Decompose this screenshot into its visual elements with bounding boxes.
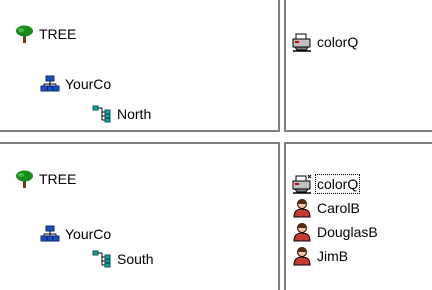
tree-node-organizational-unit[interactable]: North xyxy=(92,104,151,124)
list-item[interactable]: DouglasB xyxy=(292,222,378,242)
tree-node-organizational-unit-label: South xyxy=(117,251,154,267)
organizational-unit-icon xyxy=(92,105,111,123)
printer-queue-icon xyxy=(292,174,312,194)
tree-icon xyxy=(16,25,33,43)
list-item[interactable]: CarolB xyxy=(292,198,360,218)
user-icon xyxy=(293,223,311,242)
object-pane-bottom: colorQ CarolB DouglasB JimB xyxy=(284,142,432,290)
user-icon xyxy=(293,247,311,266)
tree-node-root[interactable]: TREE xyxy=(14,169,76,189)
organization-icon xyxy=(40,75,60,92)
tree-pane-bottom: TREE YourCo South xyxy=(0,142,280,290)
organizational-unit-icon xyxy=(92,250,111,268)
list-item-label: DouglasB xyxy=(317,224,378,240)
tree-node-organization-label: YourCo xyxy=(65,226,112,242)
list-item[interactable]: colorQ xyxy=(292,174,361,194)
list-item-label: JimB xyxy=(317,248,349,264)
list-item[interactable]: colorQ xyxy=(292,32,358,52)
tree-node-root[interactable]: TREE xyxy=(14,24,76,44)
tree-node-root-label: TREE xyxy=(39,171,77,187)
tree-node-root-label: TREE xyxy=(39,26,77,42)
list-item-label: colorQ xyxy=(315,174,361,194)
list-item-label: CarolB xyxy=(317,200,360,216)
tree-node-organization[interactable]: YourCo xyxy=(40,74,111,94)
printer-queue-icon xyxy=(292,33,311,52)
list-item-label: colorQ xyxy=(317,34,359,50)
object-pane-top: colorQ xyxy=(284,0,432,132)
tree-node-organizational-unit[interactable]: South xyxy=(92,249,154,269)
tree-node-organization[interactable]: YourCo xyxy=(40,224,111,244)
tree-node-organization-label: YourCo xyxy=(65,76,112,92)
tree-icon xyxy=(16,170,33,188)
organization-icon xyxy=(40,225,60,242)
user-icon xyxy=(293,199,311,218)
tree-pane-top: TREE YourCo North xyxy=(0,0,280,132)
list-item[interactable]: JimB xyxy=(292,246,348,266)
tree-node-organizational-unit-label: North xyxy=(117,106,152,122)
